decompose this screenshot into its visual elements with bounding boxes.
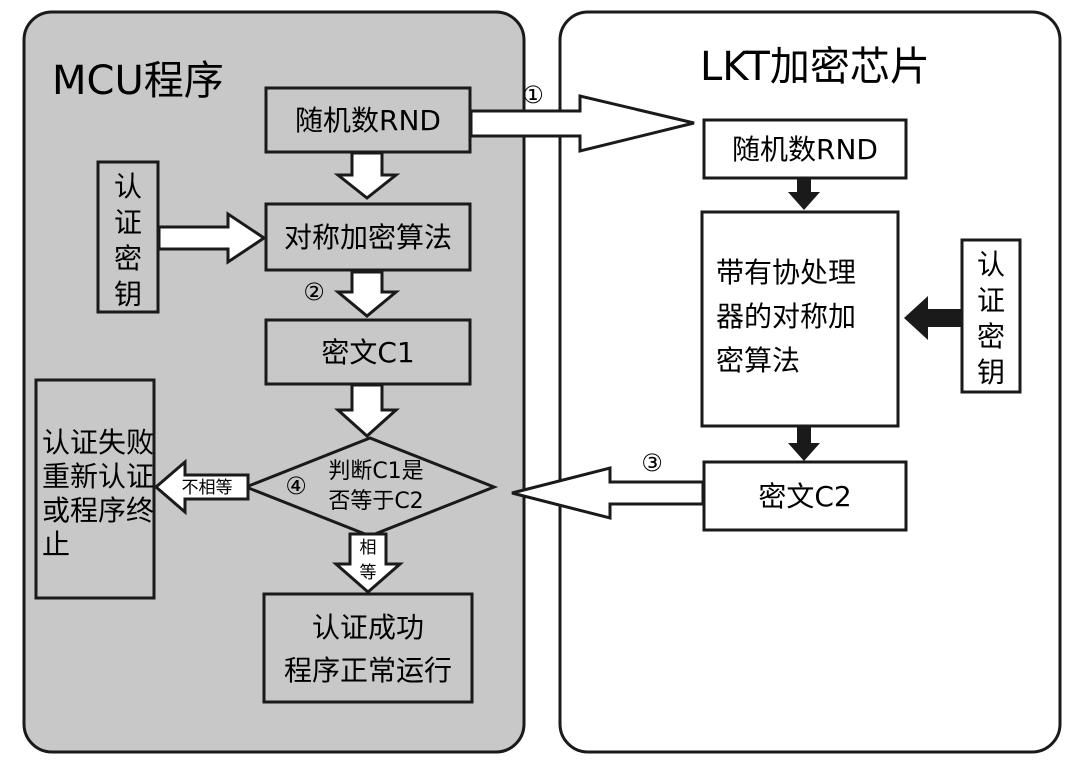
coprocessor-text-line: 密算法 [716,344,800,377]
chip-auth-key-char: 钥 [977,356,1005,389]
step-1-marker: ① [522,81,544,109]
fail-text-line: 或程序终 [42,494,154,527]
chip-auth-key-char: 证 [977,284,1005,317]
equal-label-char: 相 [360,538,377,558]
mcu-auth-key-char: 证 [114,206,142,239]
mcu-auth-key-char: 钥 [114,278,142,311]
chip-panel-title: LKT加密芯片 [700,44,930,90]
mcu-random-label: 随机数RND [295,104,441,137]
chip-auth-key-char: 认 [977,248,1005,281]
mcu-auth-key-char: 认 [114,170,142,203]
chip-random-label: 随机数RND [732,133,878,166]
step-4-marker: ④ [285,472,307,500]
coprocessor-text-line: 器的对称加 [716,300,856,333]
fail-text-line: 止 [42,528,70,561]
fail-text-line: 认证失败 [42,426,154,459]
fail-text-line: 重新认证 [42,460,154,493]
mcu-panel-title: MCU程序 [52,58,224,104]
decision-text-line: 否等于C2 [328,489,423,514]
step-3-marker: ③ [641,449,663,477]
decision-text-line: 判断C1是 [328,459,423,484]
equal-label-char: 等 [360,563,377,583]
mcu-encrypt-label: 对称加密算法 [284,221,452,254]
chip-cipher-label: 密文C2 [758,480,851,513]
chip-auth-key-char: 密 [977,320,1005,353]
not-equal-label: 不相等 [182,478,233,498]
step-2-marker: ② [303,278,325,306]
auth-flow-diagram: MCU程序 LKT加密芯片 随机数RND 认 证 密 钥 对称加密算法 ② 密文… [22,10,1062,754]
success-text-line: 认证成功 [312,611,424,644]
success-text-line: 程序正常运行 [284,654,452,687]
coprocessor-text-line: 带有协处理 [716,256,856,289]
mcu-auth-key-char: 密 [114,242,142,275]
mcu-cipher-label: 密文C1 [321,336,414,369]
